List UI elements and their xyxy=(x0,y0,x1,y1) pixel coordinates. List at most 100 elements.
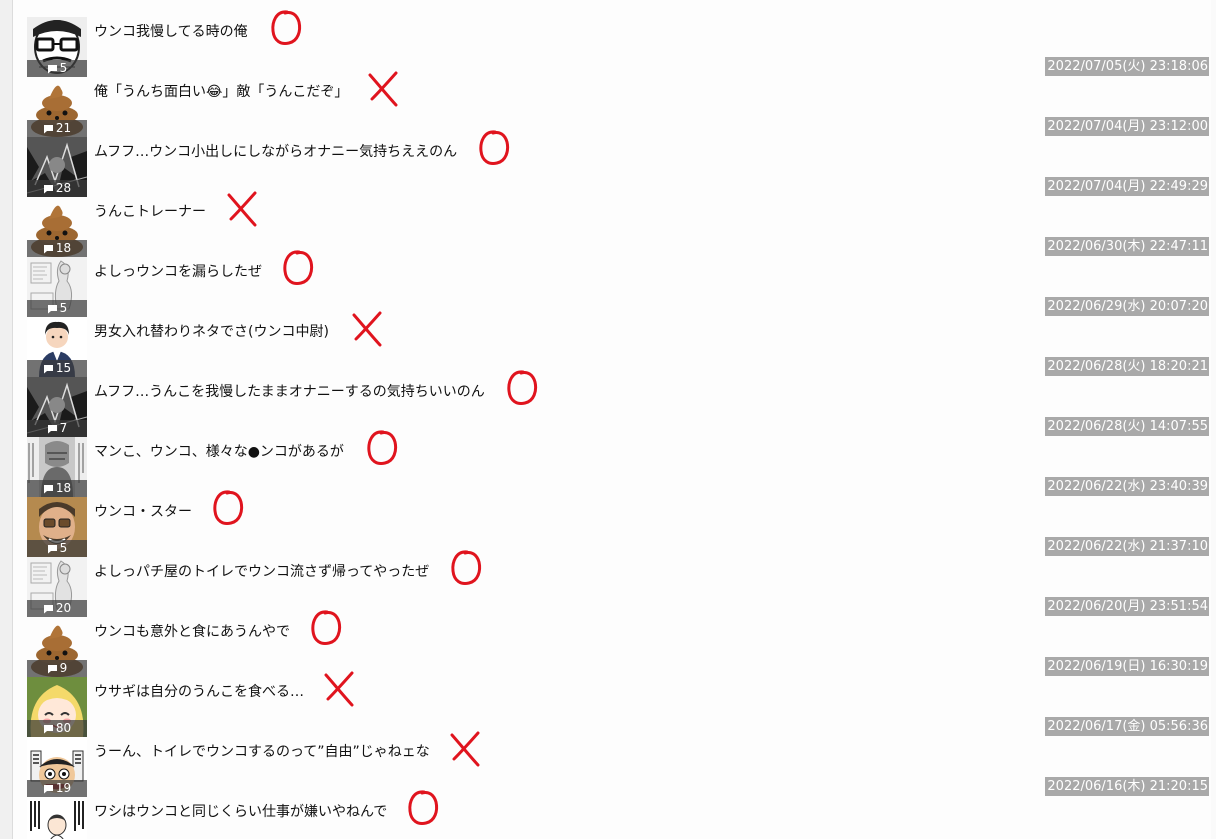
thread-date: 2022/06/28(火) 18:20:21 xyxy=(1045,357,1209,376)
thread-item[interactable]: 15 男女入れ替わりネタでさ(ウンコ中尉) 2022/06/28(火) 18:20:… xyxy=(13,311,1211,377)
thread-title[interactable]: ウンコ我慢してる時の俺 xyxy=(94,21,248,41)
comment-icon xyxy=(47,544,57,553)
comment-icon xyxy=(43,604,53,613)
thread-thumbnail[interactable]: 28 xyxy=(27,137,87,197)
comment-count: 7 xyxy=(59,421,68,435)
comment-icon xyxy=(47,64,57,73)
thread-title[interactable]: うーん、トイレでウンコするのって”自由”じゃねェな xyxy=(94,741,430,761)
thread-title[interactable]: ムフフ…ウンコ小出しにしながらオナニー気持ちええのん xyxy=(94,141,457,161)
thread-date: 2022/06/22(水) 21:37:10 xyxy=(1045,537,1209,556)
thread-thumbnail[interactable] xyxy=(27,797,87,839)
cross-mark-icon xyxy=(324,671,354,707)
comment-icon xyxy=(43,184,53,193)
thread-date: 2022/06/19(日) 16:30:19 xyxy=(1045,657,1209,676)
thread-item[interactable]: ワシはウンコと同じくらい仕事が嫌いやねんで xyxy=(13,790,1211,839)
scrollbar-track[interactable] xyxy=(1211,0,1216,839)
circle-mark-icon xyxy=(507,370,538,405)
comment-count: 5 xyxy=(59,541,68,555)
thread-date: 2022/06/20(月) 23:51:54 xyxy=(1045,597,1209,616)
thread-thumbnail[interactable]: 5 xyxy=(27,257,87,317)
comment-count-badge: 5 xyxy=(27,60,87,77)
cross-mark-icon xyxy=(450,731,480,767)
thread-thumbnail[interactable]: 9 xyxy=(27,617,87,677)
thread-title[interactable]: ウサギは自分のうんこを食べる… xyxy=(94,681,304,701)
thread-item[interactable]: 5 ウンコ・スター 2022/06/22(水) 21:37:10 xyxy=(13,490,1211,557)
comment-count: 19 xyxy=(55,781,72,795)
comment-count: 9 xyxy=(59,661,68,675)
thread-item[interactable]: 7 ムフフ…うんこを我慢したままオナニーするの気持ちいいのん 2022/06/28(… xyxy=(13,370,1211,437)
thread-date: 2022/06/28(火) 14:07:55 xyxy=(1045,417,1209,436)
comment-count-badge: 9 xyxy=(27,660,87,677)
comment-icon xyxy=(43,244,53,253)
thread-thumbnail[interactable]: 18 xyxy=(27,437,87,497)
comment-count: 20 xyxy=(55,601,72,615)
comment-count-badge: 18 xyxy=(27,480,87,497)
thread-title[interactable]: よしっウンコを漏らしたぜ xyxy=(94,261,262,281)
thread-thumbnail[interactable]: 19 xyxy=(27,737,87,797)
comment-count-badge: 20 xyxy=(27,600,87,617)
thread-item[interactable]: 20 よしっパチ屋のトイレでウンコ流さず帰ってやったぜ 2022/06/20(月) … xyxy=(13,550,1211,617)
thread-title[interactable]: ウンコ・スター xyxy=(94,501,192,521)
thread-item[interactable]: 5 ウンコ我慢してる時の俺 2022/07/05(火) 23:18:06 xyxy=(13,10,1211,77)
circle-mark-icon xyxy=(311,610,342,645)
circle-mark-icon xyxy=(408,790,439,825)
circle-mark-icon xyxy=(271,10,302,45)
comment-count-badge: 15 xyxy=(27,360,87,377)
comment-count-badge: 80 xyxy=(27,720,87,737)
thread-thumbnail[interactable]: 15 xyxy=(27,317,87,377)
thread-title[interactable]: マンこ、ウンコ、様々な●ンコがあるが xyxy=(94,441,344,461)
thread-thumbnail[interactable]: 80 xyxy=(27,677,87,737)
comment-count: 80 xyxy=(55,721,72,735)
comment-count-badge: 5 xyxy=(27,540,87,557)
thread-title[interactable]: 男女入れ替わりネタでさ(ウンコ中尉) xyxy=(94,321,329,341)
thread-title[interactable]: よしっパチ屋のトイレでウンコ流さず帰ってやったぜ xyxy=(94,561,429,581)
comment-count: 28 xyxy=(55,181,72,195)
comment-count: 18 xyxy=(55,241,72,255)
thread-item[interactable]: 5 よしっウンコを漏らしたぜ 2022/06/29(水) 20:07:20 xyxy=(13,250,1211,317)
comment-icon xyxy=(43,484,53,493)
thread-item[interactable]: 18 うんこトレーナー 2022/06/30(木) 22:47:11 xyxy=(13,191,1211,257)
thread-item[interactable]: 21 俺「うんち面白い😂」敵「うんこだぞ」 2022/07/04(月) 23:12:… xyxy=(13,71,1211,137)
thread-thumbnail[interactable]: 5 xyxy=(27,497,87,557)
thread-thumbnail[interactable]: 18 xyxy=(27,197,87,257)
thread-list: 5 ウンコ我慢してる時の俺 2022/07/05(火) 23:18:06 21 俺「うん… xyxy=(12,0,1212,839)
comment-count-badge: 21 xyxy=(27,120,87,137)
comment-icon xyxy=(43,364,53,373)
comment-icon xyxy=(47,664,57,673)
comment-count-badge: 7 xyxy=(27,420,87,437)
comment-icon xyxy=(43,724,53,733)
comment-count: 18 xyxy=(55,481,72,495)
thread-thumbnail[interactable]: 21 xyxy=(27,77,87,137)
comment-count: 21 xyxy=(55,121,72,135)
thread-item[interactable]: 28 ムフフ…ウンコ小出しにしながらオナニー気持ちええのん 2022/07/04(月… xyxy=(13,130,1211,197)
thread-item[interactable]: 19 うーん、トイレでウンコするのって”自由”じゃねェな 2022/06/16(木)… xyxy=(13,731,1211,797)
comment-count-badge: 28 xyxy=(27,180,87,197)
thread-thumbnail[interactable]: 20 xyxy=(27,557,87,617)
thread-item[interactable]: 18 マンこ、ウンコ、様々な●ンコがあるが 2022/06/22(水) 23:40:… xyxy=(13,430,1211,497)
thread-title[interactable]: ワシはウンコと同じくらい仕事が嫌いやねんで xyxy=(94,801,387,821)
comment-icon xyxy=(47,424,57,433)
comment-count-badge: 19 xyxy=(27,780,87,797)
thread-title[interactable]: ムフフ…うんこを我慢したままオナニーするの気持ちいいのん xyxy=(94,381,485,401)
thread-item[interactable]: 80 ウサギは自分のうんこを食べる… 2022/06/17(金) 05:56:36 xyxy=(13,671,1211,737)
thread-thumbnail[interactable]: 5 xyxy=(27,17,87,77)
circle-mark-icon xyxy=(451,550,482,585)
thread-date: 2022/06/22(水) 23:40:39 xyxy=(1045,477,1209,496)
comment-count-badge: 5 xyxy=(27,300,87,317)
comment-count: 5 xyxy=(59,301,68,315)
circle-mark-icon xyxy=(367,430,398,465)
thread-thumbnail[interactable]: 7 xyxy=(27,377,87,437)
comment-icon xyxy=(47,304,57,313)
comment-count: 15 xyxy=(55,361,72,375)
thread-title[interactable]: うんこトレーナー xyxy=(94,201,206,221)
thread-title[interactable]: ウンコも意外と食にあうんやで xyxy=(94,621,290,641)
thread-item[interactable]: 9 ウンコも意外と食にあうんやで 2022/06/19(日) 16:30:19 xyxy=(13,610,1211,677)
comment-count: 5 xyxy=(59,61,68,75)
circle-mark-icon xyxy=(213,490,244,525)
thumbnail-image xyxy=(27,797,87,839)
thread-date: 2022/07/04(月) 22:49:29 xyxy=(1045,177,1209,196)
comment-count-badge: 18 xyxy=(27,240,87,257)
thread-title[interactable]: 俺「うんち面白い😂」敵「うんこだぞ」 xyxy=(94,81,348,101)
thread-date: 2022/07/04(月) 23:12:00 xyxy=(1045,117,1209,136)
circle-mark-icon xyxy=(479,130,510,165)
